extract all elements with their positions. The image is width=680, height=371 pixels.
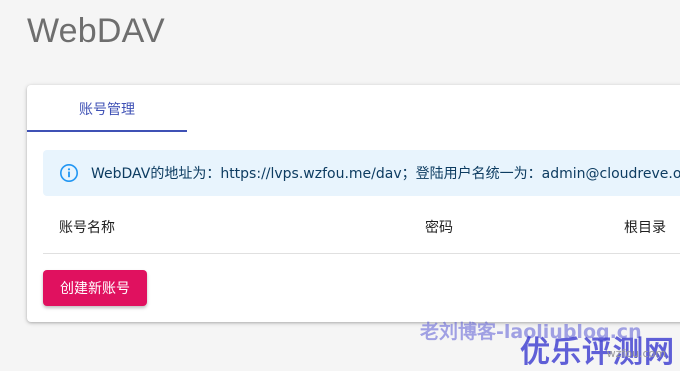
watermark-line2: 优乐评测网: [520, 335, 675, 370]
watermark-line3: wzfou.com: [606, 347, 666, 360]
info-icon: [59, 163, 79, 183]
webdav-card: 账号管理 WebDAV的地址为：https://lvps.wzfou.me/da…: [27, 85, 680, 322]
column-header-account-name: 账号名称: [59, 220, 115, 236]
accounts-table-header: 账号名称 密码 根目录: [43, 203, 680, 254]
alert-message: WebDAV的地址为：https://lvps.wzfou.me/dav；登陆用…: [91, 166, 680, 182]
tab-bar: 账号管理: [27, 85, 680, 132]
page-title: WebDAV: [27, 12, 165, 50]
info-alert: WebDAV的地址为：https://lvps.wzfou.me/dav；登陆用…: [43, 150, 680, 196]
create-account-button[interactable]: 创建新账号: [43, 270, 147, 306]
column-header-root-dir: 根目录: [624, 220, 666, 236]
column-header-password: 密码: [425, 220, 453, 236]
tab-indicator: [27, 130, 187, 132]
tab-account-management[interactable]: 账号管理: [27, 85, 187, 132]
